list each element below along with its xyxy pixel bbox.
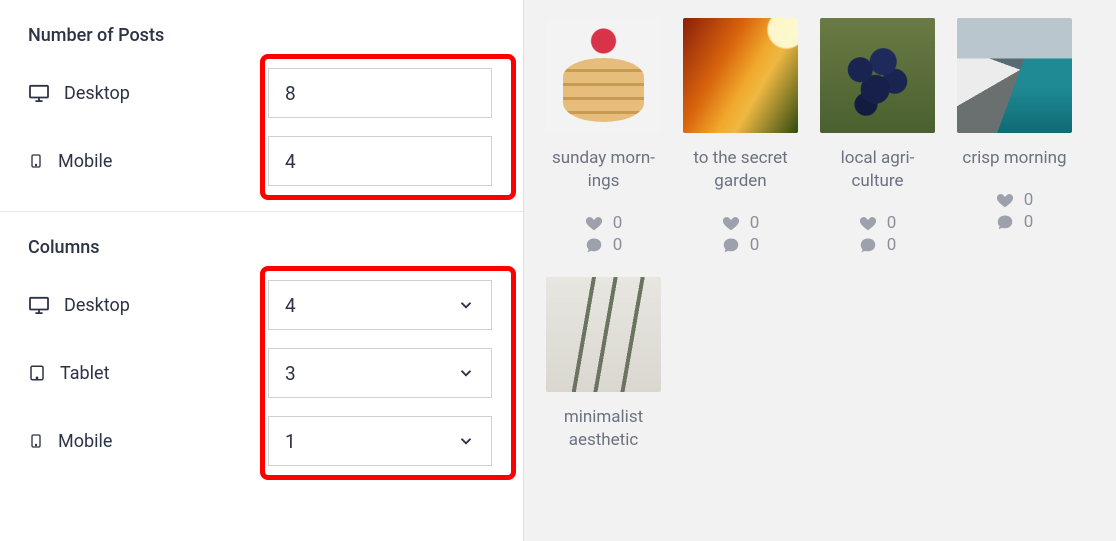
feed-post[interactable]: mini­malist aes­thetic bbox=[546, 277, 661, 472]
posts-desktop-label: Desktop bbox=[28, 83, 268, 104]
columns-tablet-label: Tablet bbox=[28, 363, 268, 384]
post-thumbnail bbox=[546, 277, 661, 392]
posts-mobile-label: Mobile bbox=[28, 151, 268, 172]
post-caption: local agri­culture bbox=[820, 147, 935, 193]
columns-desktop-select[interactable]: 4 bbox=[268, 280, 492, 330]
mobile-icon bbox=[28, 432, 44, 450]
columns-desktop-row: Desktop 4 bbox=[28, 280, 495, 330]
post-thumbnail bbox=[683, 18, 798, 133]
posts-desktop-row: Desktop bbox=[28, 68, 495, 118]
comment-icon bbox=[996, 214, 1014, 230]
desktop-icon bbox=[28, 296, 50, 314]
posts-mobile-row: Mobile bbox=[28, 136, 495, 186]
post-caption: crisp morn­ing bbox=[957, 147, 1072, 170]
heart-icon bbox=[859, 215, 877, 231]
post-stats: 0 0 bbox=[957, 190, 1072, 232]
feed-post[interactable]: to the secret garden 0 0 bbox=[683, 18, 798, 255]
columns-mobile-select[interactable]: 1 bbox=[268, 416, 492, 466]
comment-icon bbox=[585, 237, 603, 253]
comment-icon bbox=[859, 237, 877, 253]
posts-desktop-input[interactable] bbox=[268, 68, 492, 118]
post-stats: 0 0 bbox=[683, 213, 798, 255]
feed-post[interactable]: sunday morn­ings 0 0 bbox=[546, 18, 661, 255]
feed-post[interactable]: crisp morn­ing 0 0 bbox=[957, 18, 1072, 255]
chevron-down-icon bbox=[457, 296, 475, 314]
tablet-icon bbox=[28, 364, 46, 382]
columns-tablet-row: Tablet 3 bbox=[28, 348, 495, 398]
post-thumbnail bbox=[546, 18, 661, 133]
mobile-icon bbox=[28, 152, 44, 170]
chevron-down-icon bbox=[457, 364, 475, 382]
heart-icon bbox=[996, 192, 1014, 208]
columns-tablet-select[interactable]: 3 bbox=[268, 348, 492, 398]
posts-mobile-input[interactable] bbox=[268, 136, 492, 186]
columns-section: Columns Desktop 4 Tablet 3 bbox=[0, 212, 523, 491]
columns-mobile-row: Mobile 1 bbox=[28, 416, 495, 466]
number-of-posts-title: Number of Posts bbox=[28, 25, 495, 46]
chevron-down-icon bbox=[457, 432, 475, 450]
feed-grid: sunday morn­ings 0 0 to the secret garde… bbox=[546, 18, 1094, 472]
post-caption: sunday morn­ings bbox=[546, 147, 661, 193]
heart-icon bbox=[722, 215, 740, 231]
post-thumbnail bbox=[820, 18, 935, 133]
post-caption: to the secret garden bbox=[683, 147, 798, 193]
post-stats: 0 0 bbox=[820, 213, 935, 255]
post-caption: mini­malist aes­thetic bbox=[546, 406, 661, 452]
columns-mobile-label: Mobile bbox=[28, 431, 268, 452]
post-thumbnail bbox=[957, 18, 1072, 133]
preview-panel: sunday morn­ings 0 0 to the secret garde… bbox=[524, 0, 1116, 541]
desktop-icon bbox=[28, 84, 50, 102]
number-of-posts-section: Number of Posts Desktop Mobile bbox=[0, 0, 523, 212]
columns-desktop-label: Desktop bbox=[28, 295, 268, 316]
comment-icon bbox=[722, 237, 740, 253]
columns-title: Columns bbox=[28, 237, 495, 258]
settings-panel: Number of Posts Desktop Mobile Columns bbox=[0, 0, 524, 541]
heart-icon bbox=[585, 215, 603, 231]
post-stats: 0 0 bbox=[546, 213, 661, 255]
feed-post[interactable]: local agri­culture 0 0 bbox=[820, 18, 935, 255]
